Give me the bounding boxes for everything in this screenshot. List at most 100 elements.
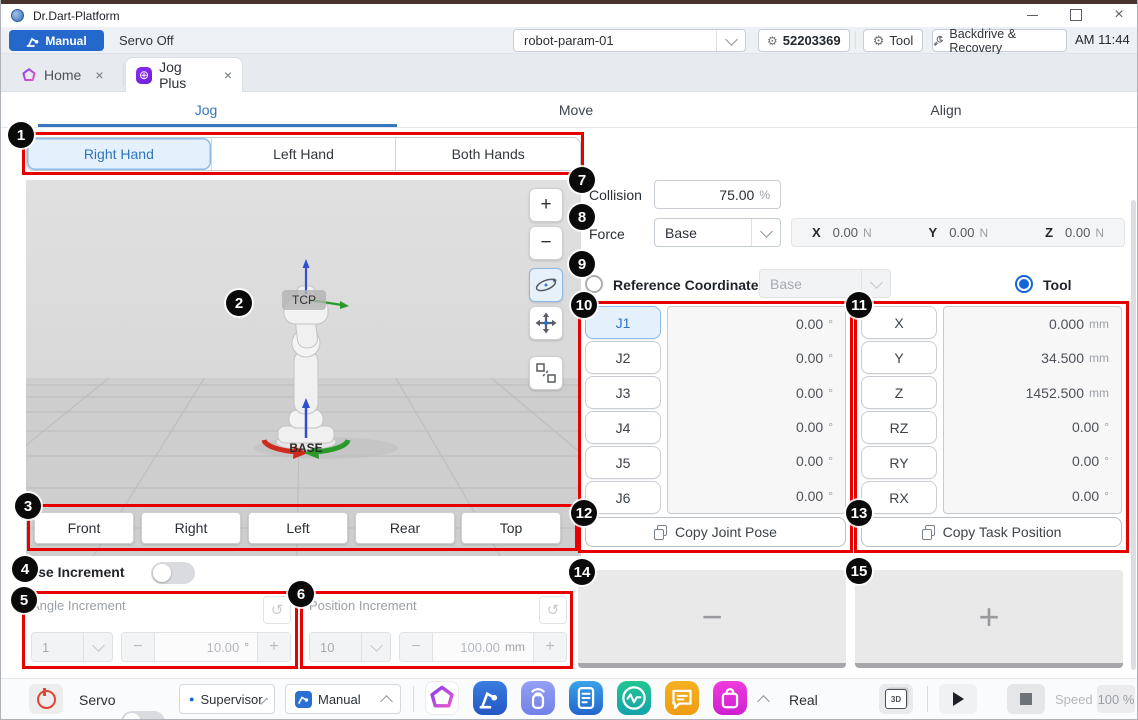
reference-frame-select[interactable]: Base [759, 269, 891, 298]
sim-3d-button[interactable]: 3D [879, 684, 913, 714]
robot-3d-viewport[interactable]: BASE TCP [26, 180, 581, 556]
copy-joint-pose-button[interactable]: Copy Joint Pose [585, 517, 846, 547]
manual-mode-mini-icon [295, 691, 312, 708]
zoom-in-button[interactable]: + [529, 188, 563, 222]
servo-toggle[interactable] [121, 711, 165, 720]
joint-j4-button[interactable]: J4 [585, 411, 661, 444]
joint-j1-value: 0.00° [668, 307, 845, 341]
tab-home-close-icon[interactable]: × [95, 67, 103, 83]
tool-radio[interactable] [1015, 275, 1033, 293]
joint-j2-button[interactable]: J2 [585, 341, 661, 374]
hand-selector: Right Hand Left Hand Both Hands [26, 137, 581, 171]
angle-step-value: 1 [42, 640, 49, 655]
task-y-button[interactable]: Y [861, 341, 937, 374]
angle-unit: ° [244, 640, 249, 654]
backdrive-recovery-button[interactable]: Backdrive & Recovery [932, 29, 1067, 52]
use-increment-toggle[interactable] [151, 562, 195, 584]
pan-view-button[interactable] [529, 306, 563, 340]
tab-jog-plus[interactable]: ⊕ Jog Plus × [125, 57, 243, 92]
annotation-badge-1: 1 [8, 122, 34, 148]
task-z-button[interactable]: Z [861, 376, 937, 409]
mode-chevron [380, 695, 393, 708]
maximize-button[interactable] [1061, 4, 1091, 26]
log-viewer-app-icon[interactable] [665, 681, 699, 715]
view-right-button[interactable]: Right [141, 512, 241, 544]
angle-increment-button[interactable]: + [258, 633, 290, 661]
collision-unit: % [759, 188, 770, 202]
copy-task-position-button[interactable]: Copy Task Position [861, 517, 1122, 547]
joint-j1-button[interactable]: J1 [585, 306, 661, 339]
joint-j5-button[interactable]: J5 [585, 446, 661, 479]
play-button[interactable] [939, 684, 977, 714]
hand-right-button[interactable]: Right Hand [27, 138, 211, 170]
use-increment-label: Use Increment [28, 564, 124, 580]
role-value-wrap: ●Supervisor [189, 692, 263, 707]
right-scrollbar[interactable] [1131, 200, 1136, 670]
stop-button[interactable] [1007, 684, 1045, 714]
tab-home[interactable]: Home × [11, 58, 121, 92]
mode-select[interactable]: Manual [285, 684, 401, 714]
real-toggle-label: Real [789, 692, 818, 708]
hand-both-button[interactable]: Both Hands [395, 138, 580, 170]
rotate-view-button[interactable] [529, 268, 563, 302]
position-decrement-button[interactable]: − [400, 633, 432, 661]
hand-left-button[interactable]: Left Hand [211, 138, 396, 170]
subtab-move[interactable]: Move [531, 98, 621, 122]
tab-jog-plus-close-icon[interactable]: × [224, 67, 232, 83]
collision-label: Collision [589, 187, 642, 203]
program-app-icon[interactable] [569, 681, 603, 715]
clock-label: AM 11:44 [1075, 32, 1130, 47]
measure-button[interactable] [529, 356, 563, 390]
monitoring-app-icon[interactable] [617, 681, 651, 715]
view-left-button[interactable]: Left [248, 512, 348, 544]
dock-collapse-button[interactable] [753, 690, 773, 708]
collision-input[interactable]: 75.00% [654, 180, 781, 209]
dart-home-app-icon[interactable] [425, 681, 459, 715]
subtab-align[interactable]: Align [901, 98, 991, 122]
tool-button[interactable]: ⚙ Tool [863, 29, 923, 52]
angle-increment-title: Angle Increment [31, 598, 126, 613]
task-rz-button[interactable]: RZ [861, 411, 937, 444]
angle-step-select[interactable]: 1 [31, 632, 113, 662]
title-bar: Dr.Dart-Platform [9, 4, 609, 27]
subtab-jog[interactable]: Jog [26, 98, 386, 122]
minimize-button[interactable] [1017, 4, 1047, 26]
manual-mode-button[interactable]: Manual [9, 30, 104, 51]
statusbar-divider-1 [413, 686, 414, 712]
power-button[interactable] [29, 684, 63, 714]
close-button[interactable]: × [1104, 4, 1134, 26]
force-frame-select[interactable]: Base [654, 218, 781, 247]
reference-coordinates-label: Reference Coordinates [613, 277, 766, 293]
annotation-badge-13: 13 [846, 500, 872, 526]
robot-param-select[interactable]: robot-param-01 [513, 29, 746, 52]
dr-dart-platform-window: Dr.Dart-Platform × Manual Servo Off robo… [0, 0, 1138, 720]
teach-pendant-app-icon[interactable] [521, 681, 555, 715]
joint-values-panel: 0.00° 0.00° 0.00° 0.00° 0.00° 0.00° [667, 306, 846, 514]
zoom-out-button[interactable]: − [529, 226, 563, 260]
view-front-button[interactable]: Front [34, 512, 134, 544]
task-rx-button[interactable]: RX [861, 481, 937, 514]
task-writer-app-icon[interactable] [473, 681, 507, 715]
role-select[interactable]: ●Supervisor [179, 684, 275, 714]
jog-plus-button[interactable]: + [855, 570, 1123, 668]
angle-decrement-button[interactable]: − [122, 633, 154, 661]
close-icon: × [1114, 6, 1123, 24]
view-rear-button[interactable]: Rear [355, 512, 455, 544]
joint-j3-button[interactable]: J3 [585, 376, 661, 409]
position-step-select[interactable]: 10 [309, 632, 391, 662]
robot-param-value: robot-param-01 [524, 33, 614, 48]
store-app-icon[interactable] [713, 681, 747, 715]
reset-icon-2: ↺ [547, 601, 560, 619]
position-step-value: 10 [320, 640, 334, 655]
task-x-button[interactable]: X [861, 306, 937, 339]
tool-radio-label: Tool [1043, 277, 1072, 293]
annotation-badge-6: 6 [288, 581, 314, 607]
jog-minus-button[interactable]: − [578, 570, 846, 668]
reference-coordinates-radio[interactable] [585, 275, 603, 293]
gear-icon: ⚙ [873, 33, 885, 49]
task-ry-button[interactable]: RY [861, 446, 937, 479]
view-top-button[interactable]: Top [461, 512, 561, 544]
position-reset-button[interactable]: ↺ [539, 596, 567, 624]
angle-reset-button[interactable]: ↺ [263, 596, 291, 624]
position-increment-button[interactable]: + [534, 633, 566, 661]
